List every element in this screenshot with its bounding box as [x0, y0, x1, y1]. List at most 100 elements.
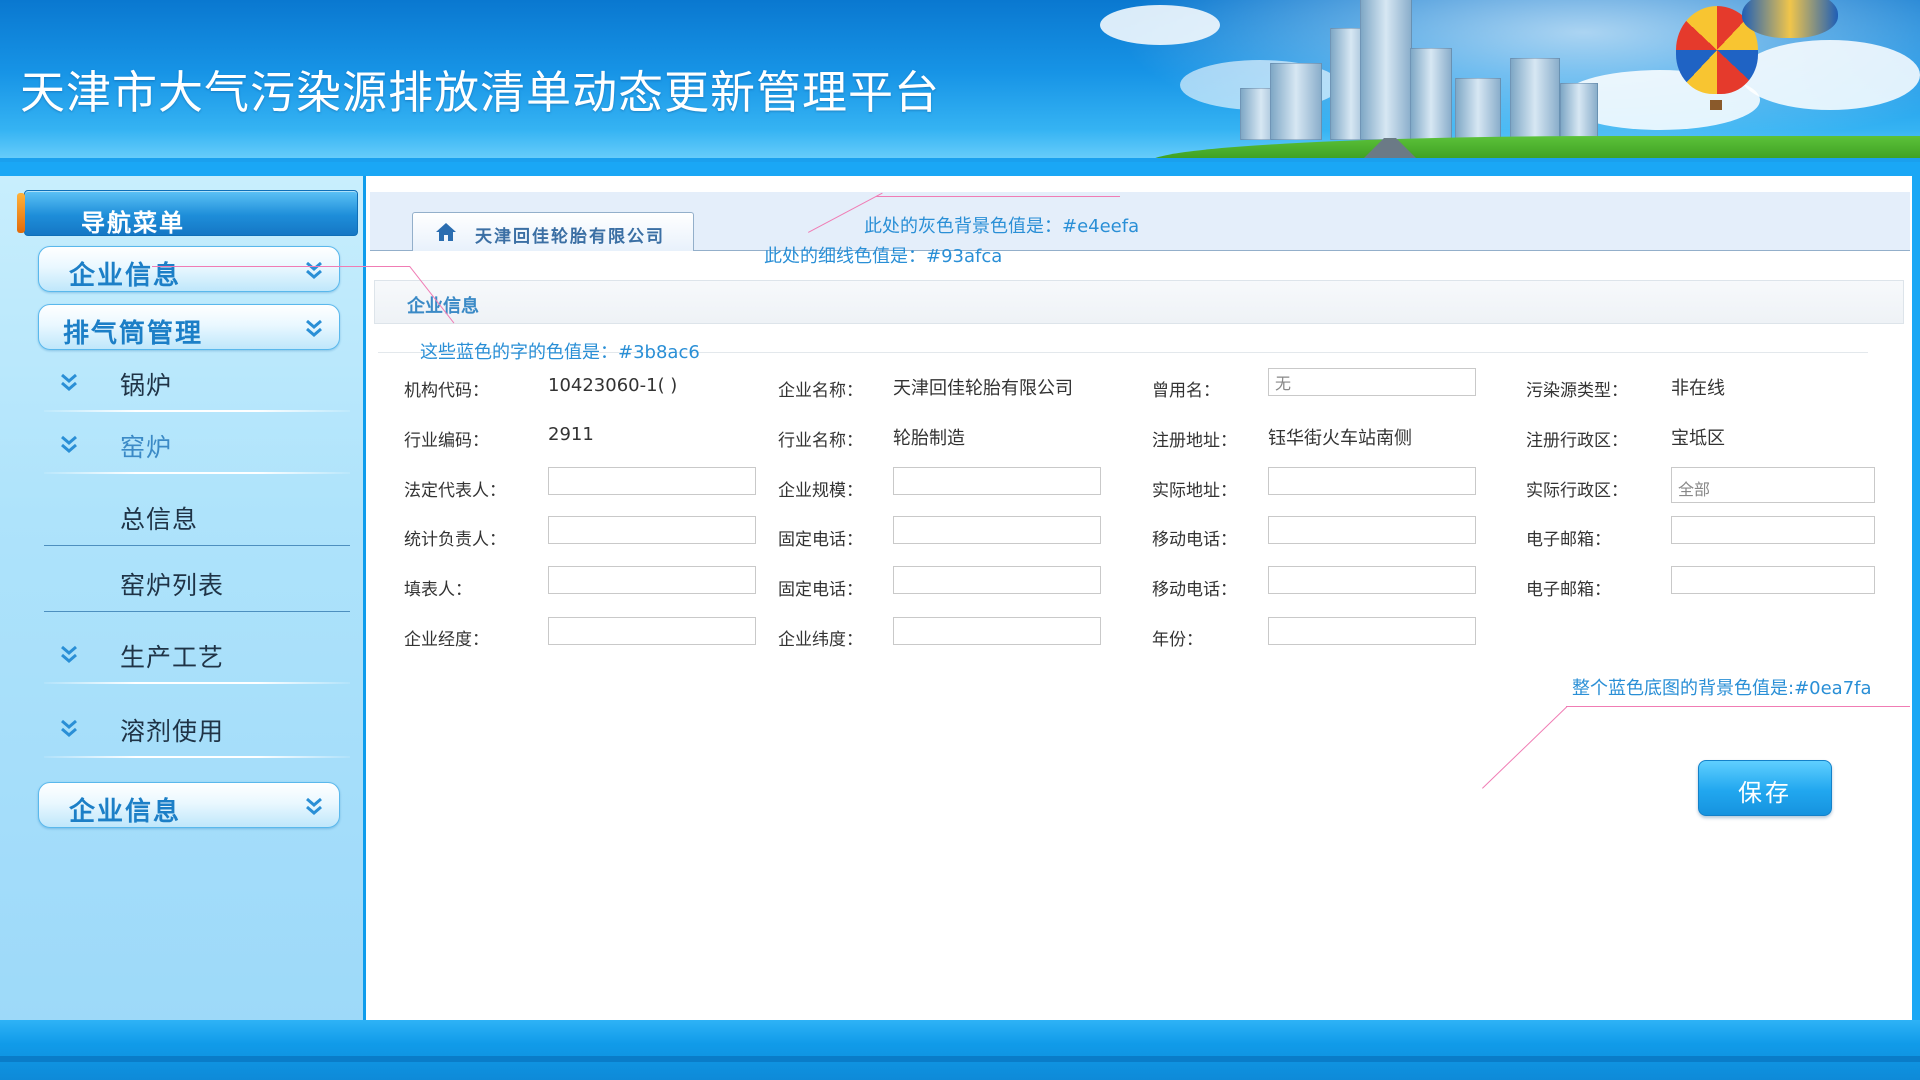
sidebar-group-label: 企业信息: [69, 261, 182, 291]
annotation-guide: [876, 196, 1120, 197]
item-divider: [44, 545, 350, 546]
filler-input[interactable]: [548, 566, 756, 594]
mobile-2-label: 移动电话：: [1152, 580, 1237, 600]
footer-stripe: [0, 1056, 1920, 1062]
former-name-input[interactable]: [1268, 368, 1476, 396]
sidebar-item-kiln[interactable]: 窑炉: [44, 414, 350, 474]
sidebar-item-solvent-use[interactable]: 溶剂使用: [44, 698, 350, 758]
phone-1-label: 固定电话：: [778, 530, 863, 550]
sidebar-group-exhaust-stack[interactable]: 排气筒管理: [38, 304, 340, 350]
double-chevron-down-icon: [306, 797, 322, 815]
sidebar-item-production-process[interactable]: 生产工艺: [44, 624, 350, 684]
sidebar-group-label: 企业信息: [69, 797, 182, 827]
phone-2-label: 固定电话：: [778, 580, 863, 600]
stat-person-label: 统计负责人：: [404, 530, 506, 550]
double-chevron-down-icon: [61, 373, 77, 391]
page-title: 天津市大气污染源排放清单动态更新管理平台: [20, 66, 941, 119]
reg-address-value: 钰华街火车站南侧: [1268, 428, 1412, 449]
reg-district-value: 宝坻区: [1671, 428, 1725, 449]
save-button-label: 保存: [1738, 779, 1792, 807]
actual-district-select[interactable]: [1671, 467, 1875, 503]
nav-header-accent: [17, 193, 25, 233]
footer-bar: [0, 1020, 1920, 1080]
pollution-type-label: 污染源类型：: [1526, 381, 1628, 401]
header-banner: 天津市大气污染源排放清单动态更新管理平台: [0, 0, 1920, 162]
double-chevron-down-icon: [61, 435, 77, 453]
tab-company[interactable]: 天津回佳轮胎有限公司: [412, 212, 694, 251]
sidebar-item-boiler[interactable]: 锅炉: [44, 352, 350, 412]
cloud: [1100, 5, 1220, 45]
annotation-guide: [1566, 706, 1910, 707]
item-divider: [44, 611, 350, 612]
double-chevron-down-icon: [61, 719, 77, 737]
balloon-basket: [1710, 100, 1722, 110]
building: [1510, 58, 1560, 140]
mobile-1-input[interactable]: [1268, 516, 1476, 544]
scale-input[interactable]: [893, 467, 1101, 495]
longitude-label: 企业经度：: [404, 630, 489, 650]
mobile-2-input[interactable]: [1268, 566, 1476, 594]
cloud: [1740, 40, 1920, 110]
former-name-label: 曾用名：: [1152, 381, 1220, 401]
save-button[interactable]: 保存: [1698, 760, 1832, 816]
item-divider: [44, 682, 350, 684]
phone-2-input[interactable]: [893, 566, 1101, 594]
email-1-label: 电子邮箱：: [1526, 530, 1611, 550]
item-divider: [44, 410, 350, 412]
double-chevron-down-icon: [306, 319, 322, 337]
email-2-input[interactable]: [1671, 566, 1875, 594]
sidebar-group-company-info[interactable]: 企业信息: [38, 246, 340, 292]
latitude-input[interactable]: [893, 617, 1101, 645]
item-divider: [44, 472, 350, 474]
nav-menu-header: 导航菜单: [17, 190, 358, 237]
reg-district-label: 注册行政区：: [1526, 431, 1628, 451]
latitude-label: 企业纬度：: [778, 630, 863, 650]
annotation-blue-text: 这些蓝色的字的色值是：#3b8ac6: [420, 342, 700, 363]
actual-district-label: 实际行政区：: [1526, 481, 1628, 501]
building: [1270, 63, 1322, 140]
industry-name-label: 行业名称：: [778, 431, 863, 451]
email-2-label: 电子邮箱：: [1526, 580, 1611, 600]
building: [1455, 78, 1501, 140]
industry-code-label: 行业编码：: [404, 431, 489, 451]
sidebar-item-label: 总信息: [120, 505, 199, 534]
filler-label: 填表人：: [404, 580, 472, 600]
year-label: 年份：: [1152, 630, 1203, 650]
sidebar-item-label: 生产工艺: [120, 643, 225, 672]
double-chevron-down-icon: [306, 261, 322, 279]
hot-air-balloon: [1742, 0, 1838, 38]
longitude-input[interactable]: [548, 617, 756, 645]
phone-1-input[interactable]: [893, 516, 1101, 544]
company-name-value: 天津回佳轮胎有限公司: [893, 378, 1073, 399]
section-title: 企业信息: [407, 296, 479, 317]
annotation-gray-bg: 此处的灰色背景色值是：#e4eefa: [864, 216, 1140, 237]
actual-address-input[interactable]: [1268, 467, 1476, 495]
reg-address-label: 注册地址：: [1152, 431, 1237, 451]
building: [1410, 48, 1452, 140]
email-1-input[interactable]: [1671, 516, 1875, 544]
nav-menu-label: 导航菜单: [81, 209, 185, 237]
actual-address-label: 实际地址：: [1152, 481, 1237, 501]
building: [1360, 0, 1412, 140]
sidebar-item-label: 窑炉列表: [120, 571, 225, 600]
tab-label: 天津回佳轮胎有限公司: [475, 227, 665, 247]
org-code-value: 10423060-1( ): [548, 375, 678, 396]
legal-rep-input[interactable]: [548, 467, 756, 495]
pollution-type-value: 非在线: [1671, 378, 1725, 399]
sidebar-item-label: 溶剂使用: [120, 717, 225, 746]
industry-name-value: 轮胎制造: [893, 428, 965, 449]
sidebar-group-company-info-bottom[interactable]: 企业信息: [38, 782, 340, 828]
company-name-label: 企业名称：: [778, 381, 863, 401]
section-header: 企业信息: [374, 280, 1904, 324]
stat-person-input[interactable]: [548, 516, 756, 544]
scale-label: 企业规模：: [778, 481, 863, 501]
home-icon: [436, 223, 456, 241]
year-input[interactable]: [1268, 617, 1476, 645]
sidebar-item-summary[interactable]: 总信息: [44, 484, 350, 546]
double-chevron-down-icon: [61, 645, 77, 663]
sidebar-item-label: 锅炉: [120, 371, 173, 400]
annotation-thin-line: 此处的细线色值是：#93afca: [764, 246, 1003, 267]
sidebar-group-label: 排气筒管理: [63, 319, 204, 349]
sidebar-item-kiln-list[interactable]: 窑炉列表: [44, 550, 350, 612]
legal-rep-label: 法定代表人：: [404, 481, 506, 501]
